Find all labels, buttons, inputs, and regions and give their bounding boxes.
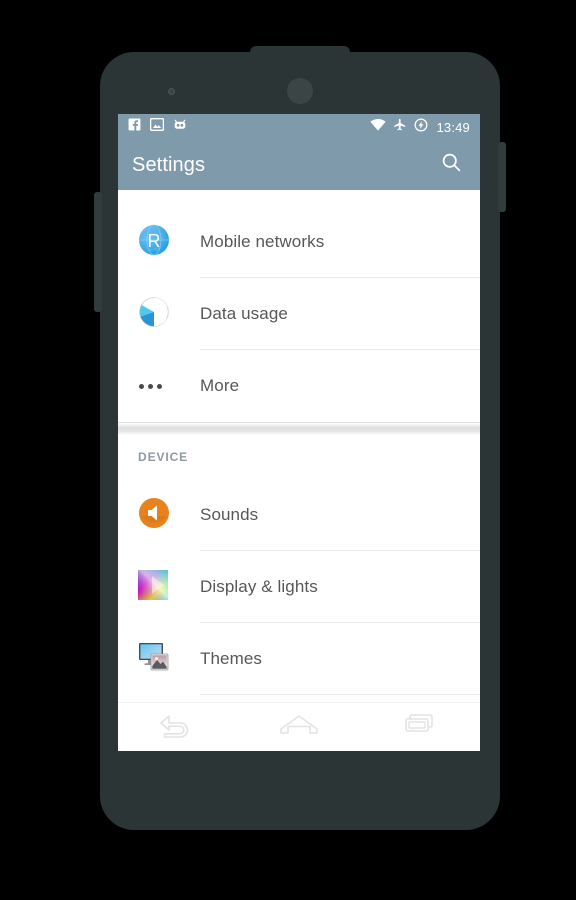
list-item-label: More (200, 376, 240, 395)
section-header-label: DEVICE (138, 450, 189, 464)
settings-list[interactable]: R Mobile networks Data usage More DEVICE… (118, 190, 480, 703)
label-wrap: More (200, 350, 480, 422)
speaker-volume-icon (138, 497, 170, 534)
label-wrap: Sounds (200, 479, 480, 551)
list-item-more[interactable]: More (118, 350, 480, 422)
status-bar-clock: 13:49 (436, 119, 470, 135)
section-header-device: DEVICE (118, 435, 480, 479)
icon-slot (138, 383, 182, 389)
home-nav-button[interactable] (264, 705, 334, 749)
home-nav-icon (278, 712, 320, 743)
icon-slot (138, 641, 182, 678)
status-bar-system-icons: 13:49 (370, 118, 470, 137)
wifi-icon (370, 118, 387, 136)
airplane-mode-icon (393, 118, 407, 137)
power-button[interactable] (498, 142, 506, 212)
list-item-mobile-networks[interactable]: R Mobile networks (118, 206, 480, 278)
icon-slot (138, 296, 182, 333)
status-bar[interactable]: 13:49 (118, 114, 480, 140)
action-bar: Settings (118, 140, 480, 190)
section-divider (118, 422, 480, 435)
color-gradient-icon (138, 569, 168, 605)
svg-text:R: R (148, 231, 161, 251)
label-wrap: Mobile networks (200, 206, 480, 278)
volume-rocker-button[interactable] (94, 192, 102, 312)
screenshot-image-icon (149, 117, 165, 136)
list-item-partial-above[interactable] (118, 190, 480, 206)
label-wrap: Display & lights (200, 551, 480, 623)
back-nav-button[interactable] (143, 705, 213, 749)
icon-slot (138, 569, 182, 605)
list-item-sounds[interactable]: Sounds (118, 479, 480, 551)
list-item-display-and-lights[interactable]: Display & lights (118, 551, 480, 623)
search-icon (441, 152, 462, 178)
list-item-label: Mobile networks (200, 231, 325, 251)
front-camera-icon (168, 88, 175, 95)
list-item-data-usage[interactable]: Data usage (118, 278, 480, 350)
list-item-label: Display & lights (200, 576, 318, 596)
earpiece-speaker (287, 78, 313, 104)
cyanogenmod-icon (173, 118, 187, 136)
device-top-notch (250, 46, 350, 60)
list-item-label: Themes (200, 648, 263, 668)
list-item-themes[interactable]: Themes (118, 623, 480, 695)
recents-nav-button[interactable] (385, 705, 455, 749)
status-bar-notification-icons (128, 117, 370, 136)
globe-roaming-icon: R (138, 224, 170, 261)
icon-slot: R (138, 224, 182, 261)
page-title: Settings (132, 153, 206, 176)
label-wrap: Themes (200, 623, 480, 695)
phone-device: 13:49 Settings R Mobile networks Data us… (94, 46, 506, 830)
search-button[interactable] (436, 150, 466, 180)
battery-charging-icon (414, 118, 428, 137)
recents-nav-icon (399, 712, 441, 743)
themes-monitor-picture-icon (138, 641, 170, 678)
list-item-label: Sounds (200, 504, 259, 524)
navigation-bar (118, 702, 480, 751)
phone-screen: 13:49 Settings R Mobile networks Data us… (118, 114, 480, 751)
pie-chart-icon (138, 296, 170, 333)
back-nav-icon (157, 712, 199, 743)
list-item-label: Data usage (200, 303, 288, 323)
facebook-icon (128, 118, 141, 136)
more-dots-icon (138, 383, 167, 389)
icon-slot (138, 497, 182, 534)
partial-item-icon (138, 190, 168, 198)
label-wrap: Data usage (200, 278, 480, 350)
